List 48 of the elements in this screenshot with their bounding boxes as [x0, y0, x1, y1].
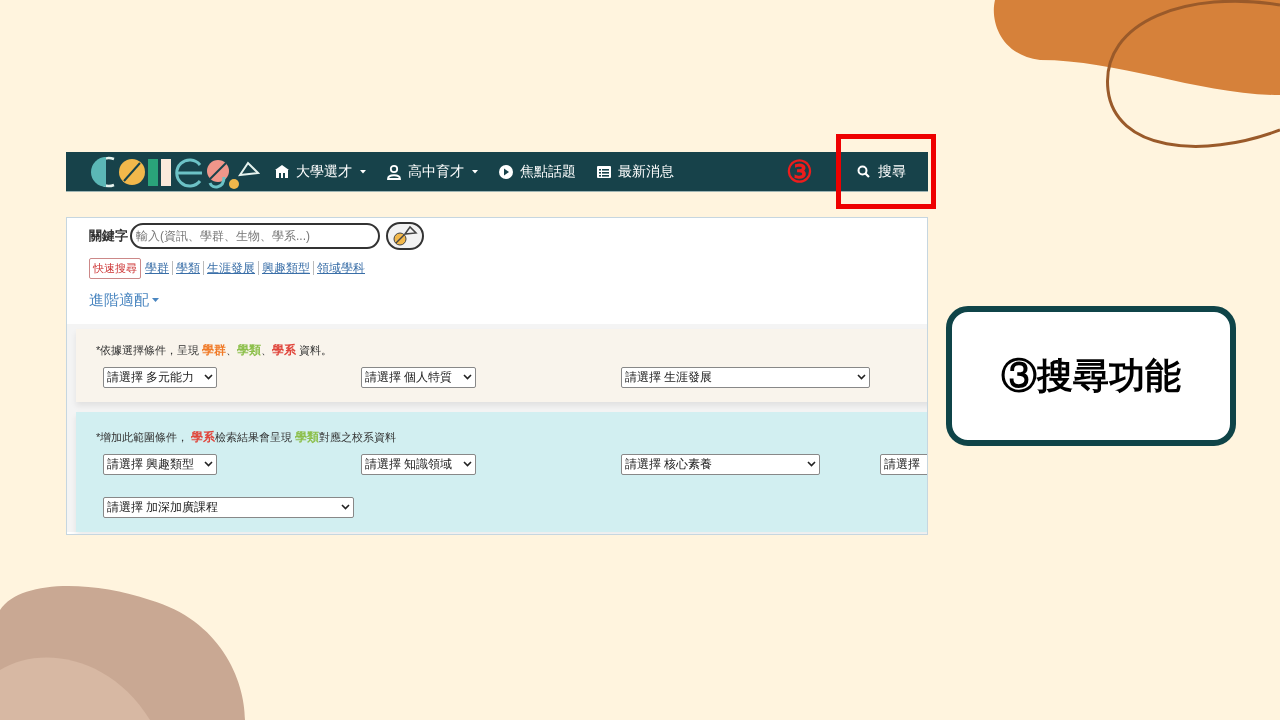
- chevron-down-icon: [341, 504, 350, 510]
- search-link[interactable]: 搜尋: [857, 161, 906, 182]
- quick-search-link[interactable]: 領域學科: [317, 259, 365, 278]
- dropdown-select[interactable]: 請選擇 知識領域: [361, 453, 476, 475]
- nav-menu-item[interactable]: 焦點話題: [498, 161, 576, 182]
- play-icon: [498, 163, 514, 180]
- chevron-down-icon: [204, 461, 213, 467]
- quick-search-link[interactable]: 學類: [176, 259, 200, 278]
- nav-menu-item[interactable]: 最新消息: [596, 161, 674, 182]
- chevron-down-icon: [463, 461, 472, 467]
- keyword-field[interactable]: 輸入(資訊、學群、生物、學系...): [130, 223, 380, 249]
- dropdown-select[interactable]: 請選擇 個人特質: [361, 366, 476, 388]
- step-marker: ③: [786, 156, 813, 187]
- quick-search-link[interactable]: 興趣類型: [262, 259, 310, 278]
- select-value: 請選擇 興趣類型: [107, 456, 195, 473]
- select-value: 請選擇 核心素養: [625, 456, 713, 473]
- advanced-link[interactable]: 進階適配: [89, 288, 159, 311]
- select-value: 請選擇 生涯發展: [625, 369, 713, 386]
- select-value: 請選擇 知識領域: [365, 456, 453, 473]
- dropdown-select[interactable]: 請選擇 興趣類型: [103, 453, 217, 475]
- quick-search-link[interactable]: 學群: [145, 259, 169, 278]
- dropdown-select[interactable]: 請選擇: [880, 453, 927, 475]
- chevron-down-icon: [463, 374, 472, 380]
- filter-note: *依據選擇條件，呈現 學群、學類、學系 資料。: [96, 341, 334, 359]
- keyword-label: 關鍵字: [89, 227, 128, 246]
- filter-note: *增加此範圍條件， 學系檢索結果會呈現 學類對應之校系資料: [96, 428, 398, 446]
- dropdown-select[interactable]: 請選擇 核心素養: [621, 453, 820, 475]
- chevron-down-icon: [857, 374, 866, 380]
- nav-menu-item[interactable]: 高中育才: [386, 161, 478, 182]
- caret-icon: [152, 297, 159, 302]
- chevron-down-icon: [807, 461, 816, 467]
- dropdown-select[interactable]: 請選擇 加深加廣課程: [103, 496, 354, 518]
- quick-search-tag: 快速搜尋: [89, 258, 141, 279]
- dropdown-select[interactable]: 請選擇 生涯發展: [621, 366, 870, 388]
- dropdown-select[interactable]: 請選擇 多元能力: [103, 366, 217, 388]
- quick-search-link[interactable]: 生涯發展: [207, 259, 255, 278]
- search-icon: [857, 165, 870, 178]
- list-icon: [596, 163, 612, 180]
- select-value: 請選擇 多元能力: [107, 369, 195, 386]
- callout-text: ③搜尋功能: [1001, 354, 1181, 398]
- building-icon: [274, 163, 290, 180]
- search-button[interactable]: [386, 222, 424, 250]
- person-icon: [386, 163, 402, 180]
- select-value: 請選擇 加深加廣課程: [107, 499, 219, 516]
- select-value: 請選擇: [884, 456, 920, 473]
- select-value: 請選擇 個人特質: [365, 369, 453, 386]
- nav-menu-item[interactable]: 大學選才: [274, 161, 366, 182]
- chevron-down-icon: [204, 374, 213, 380]
